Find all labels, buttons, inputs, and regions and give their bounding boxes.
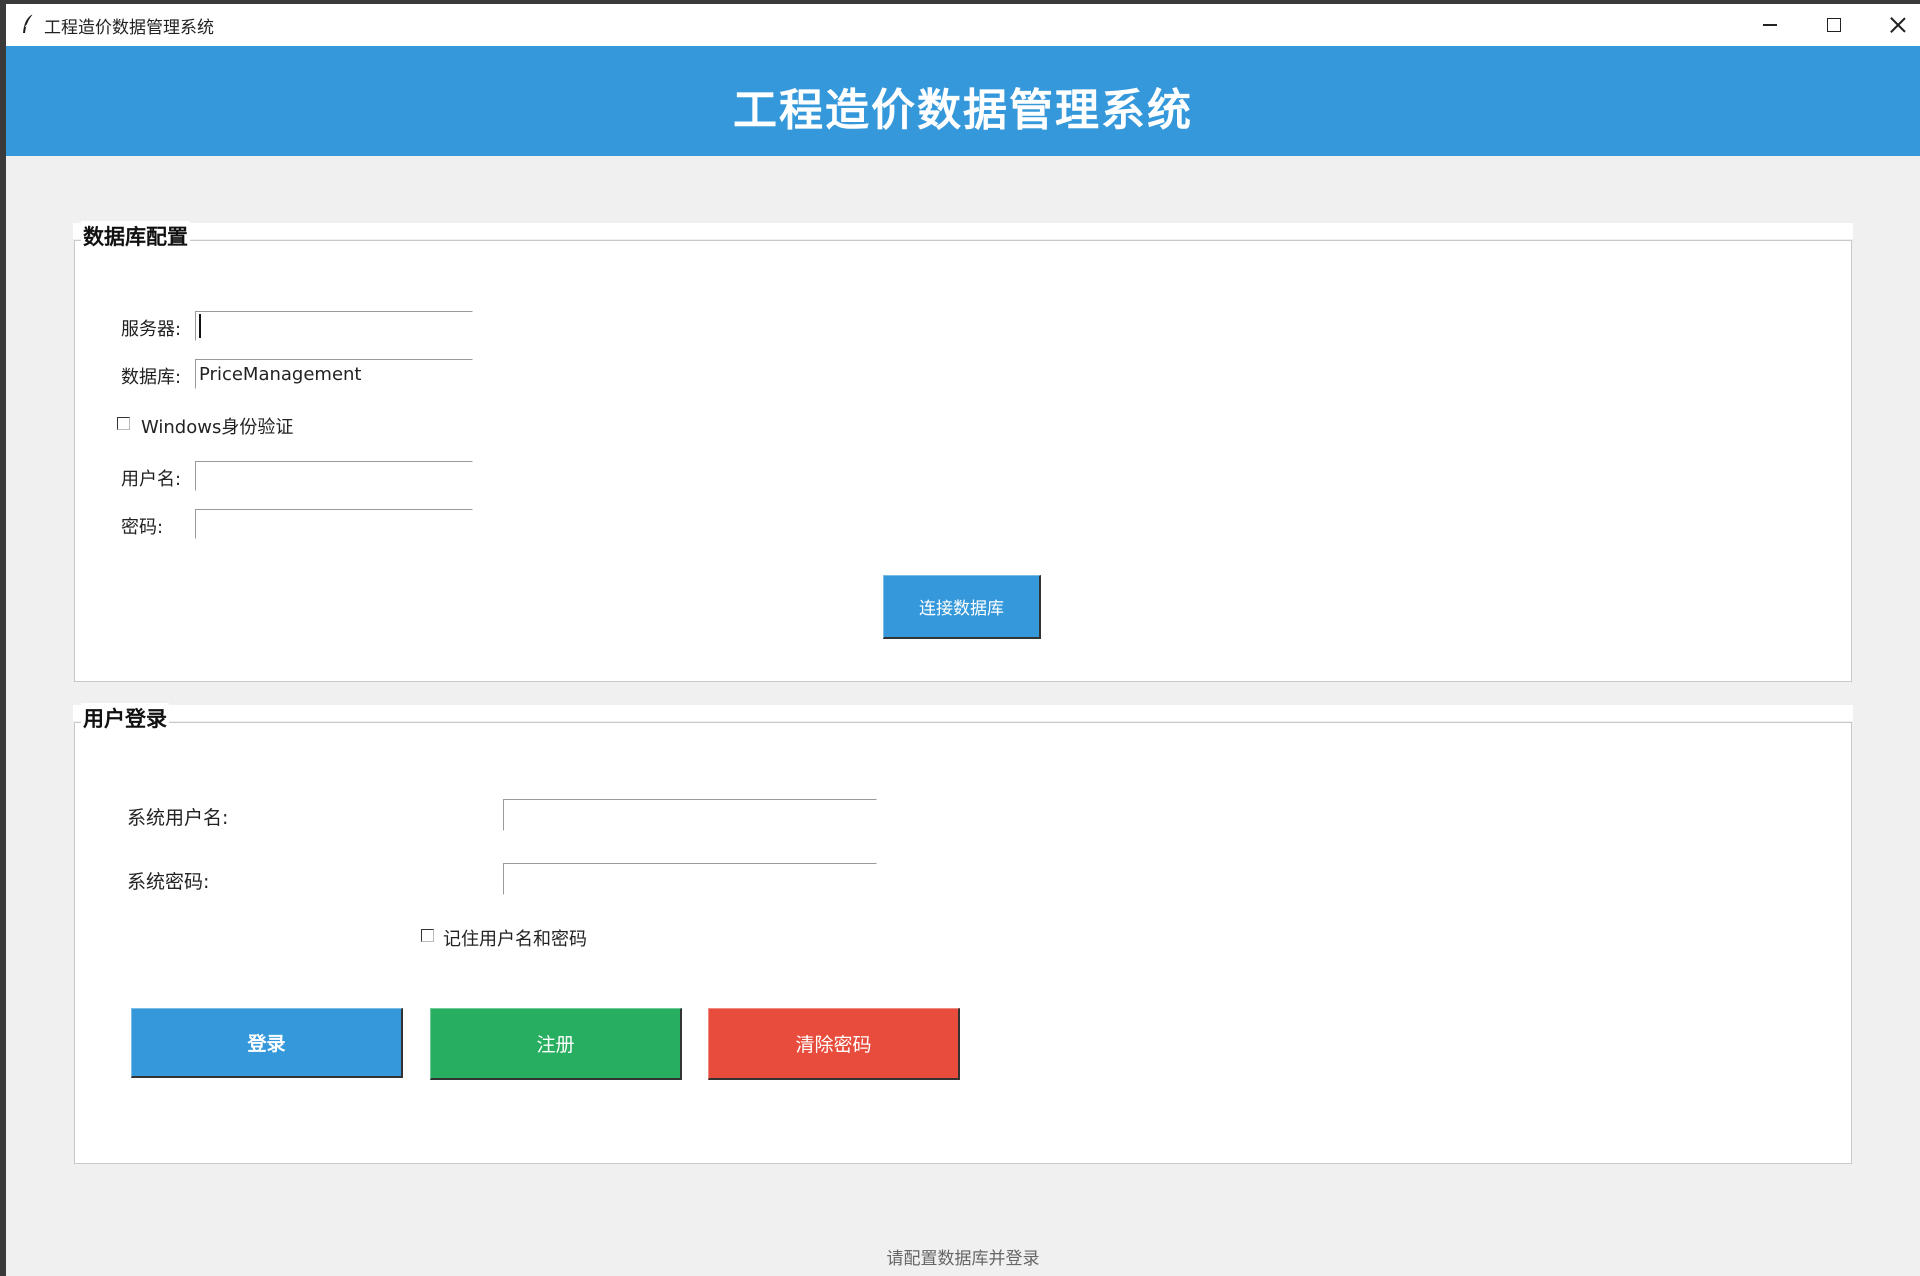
window-title: 工程造价数据管理系统 xyxy=(44,18,214,38)
app-window: 工程造价数据管理系统 工程造价数据管理系统 数据库配置 服务器: 数据库: Wi… xyxy=(6,4,1920,1276)
minimize-button[interactable] xyxy=(1738,4,1802,46)
db-config-title: 数据库配置 xyxy=(81,221,190,251)
connect-database-button[interactable]: 连接数据库 xyxy=(883,575,1041,639)
clear-password-button[interactable]: 清除密码 xyxy=(708,1008,960,1080)
sys-password-label: 系统密码: xyxy=(127,871,210,893)
remember-label[interactable]: 记住用户名和密码 xyxy=(443,925,587,951)
db-config-group: 数据库配置 服务器: 数据库: Windows身份验证 用户名: 密码: 连接数… xyxy=(73,221,1853,682)
sys-username-input[interactable] xyxy=(503,799,877,831)
page-title: 工程造价数据管理系统 xyxy=(733,85,1193,136)
password-label: 密码: xyxy=(121,517,164,538)
app-header: 工程造价数据管理系统 xyxy=(6,46,1920,156)
username-label: 用户名: xyxy=(121,469,182,490)
maximize-button[interactable] xyxy=(1802,4,1866,46)
group-top-fill xyxy=(73,705,1853,721)
minimize-icon xyxy=(1763,24,1777,26)
login-title: 用户登录 xyxy=(81,703,169,733)
register-button[interactable]: 注册 xyxy=(430,1008,682,1080)
username-input[interactable] xyxy=(195,461,473,491)
sys-password-input[interactable] xyxy=(503,863,877,895)
login-button[interactable]: 登录 xyxy=(131,1008,403,1078)
sys-username-label: 系统用户名: xyxy=(127,807,229,829)
password-input[interactable] xyxy=(195,509,473,539)
text-caret xyxy=(199,314,201,338)
close-icon xyxy=(1890,17,1906,33)
server-input[interactable] xyxy=(195,311,473,341)
status-bar-text: 请配置数据库并登录 xyxy=(886,1249,1040,1269)
group-top-fill xyxy=(73,223,1853,239)
database-input[interactable] xyxy=(195,359,473,389)
server-label: 服务器: xyxy=(121,319,182,340)
login-group: 用户登录 系统用户名: 系统密码: 记住用户名和密码 登录 注册 清除密码 xyxy=(73,703,1853,1164)
maximize-icon xyxy=(1827,18,1841,32)
windows-auth-checkbox[interactable] xyxy=(117,417,130,430)
feather-icon xyxy=(23,13,34,33)
remember-checkbox[interactable] xyxy=(421,929,434,942)
title-bar: 工程造价数据管理系统 xyxy=(6,4,1920,47)
database-label: 数据库: xyxy=(121,367,182,388)
windows-auth-label[interactable]: Windows身份验证 xyxy=(141,413,293,439)
close-button[interactable] xyxy=(1866,4,1920,46)
